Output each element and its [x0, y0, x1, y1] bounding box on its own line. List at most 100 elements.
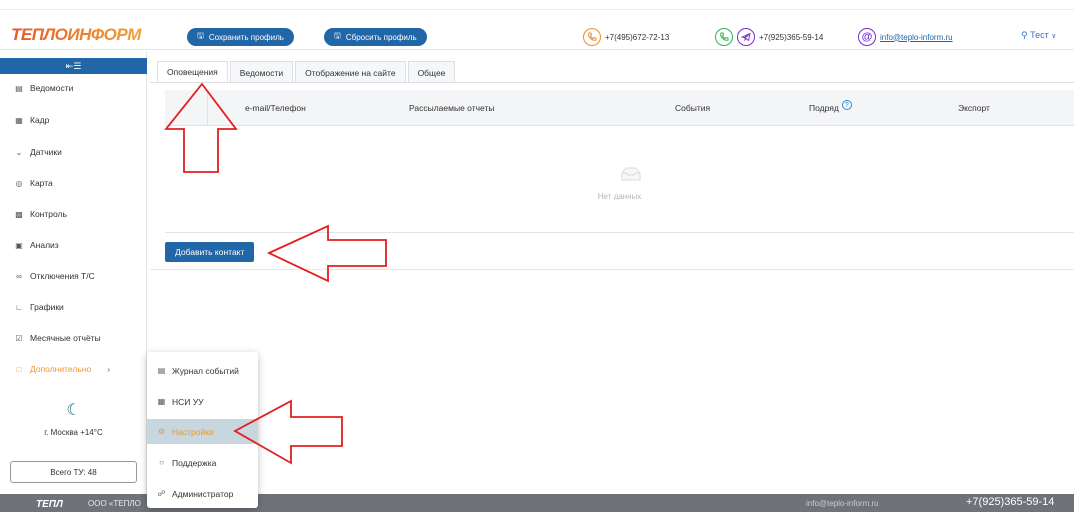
teploinform-logo[interactable]: ТЕПЛОИНФОРМ [9, 24, 145, 44]
svg-text:ТЕПЛОИНФОРМ: ТЕПЛОИНФОРМ [11, 25, 142, 44]
weather-text: г. Москва +14°C [44, 428, 103, 437]
svg-text:TEПЛ: TEПЛ [36, 499, 64, 508]
sidebar-item-label: Контроль [30, 209, 67, 219]
footer-email[interactable]: info@teplo-inform.ru [806, 499, 879, 508]
column-reports[interactable]: Рассылаемые отчеты [409, 90, 495, 126]
sidebar-item-label: Отключения Т/С [30, 271, 95, 281]
email-at-icon: @ [858, 28, 876, 46]
section-divider [150, 269, 1074, 270]
sidebar-item-label: Карта [30, 178, 53, 188]
sidebar-item-karta[interactable]: ◎ Карта [14, 178, 53, 188]
tab-otobrazhenie[interactable]: Отображение на сайте [295, 61, 406, 83]
chart-icon: ∟ [15, 302, 23, 312]
table-header: e-mail/Телефон Рассылаемые отчеты Событи… [165, 90, 1074, 126]
additional-submenu: ▤ Журнал событий ▦ НСИ УУ ⚙ Настройки ○ … [147, 352, 258, 508]
sidebar-item-datchiki[interactable]: ⌄ Датчики [14, 147, 62, 157]
submenu-item-label: Настройки [172, 426, 214, 437]
grid-icon: ▦ [15, 115, 23, 125]
collapse-menu-icon: ⇤☰ [65, 60, 82, 71]
tab-obshchee[interactable]: Общее [407, 61, 456, 83]
sidebar-item-label: Месячные отчёты [30, 333, 101, 343]
contacts-table: e-mail/Телефон Рассылаемые отчеты Событи… [165, 90, 1074, 233]
empty-text: Нет данных [597, 192, 642, 201]
document-icon: ▤ [15, 83, 23, 93]
sidebar-item-label: Кадр [30, 115, 50, 125]
sidebar-item-analiz[interactable]: ▣ Анализ [14, 240, 59, 250]
phone-contact-1[interactable]: +7(495)672-72-13 [583, 27, 669, 47]
sidebar-item-dopolnitelno[interactable]: □ Дополнительно › [14, 364, 110, 374]
control-icon: ▩ [15, 209, 23, 219]
add-contact-button[interactable]: Добавить контакт [165, 242, 255, 262]
submenu-item-nsi[interactable]: ▦ НСИ УУ [147, 389, 258, 414]
user-menu[interactable]: ⚲ Тест ∨ [1021, 30, 1056, 41]
sidebar-item-label: Ведомости [30, 83, 74, 93]
submenu-item-label: Поддержка [172, 457, 217, 468]
footer-logo: TEПЛ [36, 498, 80, 510]
link-icon: ∞ [16, 271, 22, 281]
chat-icon: ○ [159, 458, 164, 467]
tab-underline [150, 82, 1074, 83]
weather-widget: ☾ г. Москва +14°C [0, 400, 147, 437]
whatsapp-icon [715, 28, 733, 46]
empty-state: Нет данных [165, 126, 1074, 233]
submenu-item-label: НСИ УУ [172, 396, 204, 407]
tu-count-box[interactable]: Всего ТУ: 48 [10, 461, 137, 483]
sidebar-item-grafiki[interactable]: ∟ Графики [14, 302, 64, 312]
folder-icon: □ [16, 364, 22, 374]
submenu-item-settings[interactable]: ⚙ Настройки [147, 419, 258, 444]
telegram-icon [737, 28, 755, 46]
app-header: ТЕПЛОИНФОРМ 🖫 Сохранить профиль 🖫 Сброси… [0, 0, 1074, 50]
book-icon: ▦ [157, 397, 166, 406]
save-profile-button[interactable]: 🖫 Сохранить профиль [187, 28, 294, 46]
event-log-icon: ▤ [157, 366, 166, 375]
user-icon: ⚲ [1021, 30, 1028, 40]
phone-icon [583, 28, 601, 46]
phone-2-text: +7(925)365-59-14 [759, 32, 824, 42]
column-podryad-label: Подряд [809, 103, 839, 113]
reset-profile-button[interactable]: 🖫 Сбросить профиль [324, 28, 427, 46]
sidebar-collapse-button[interactable]: ⇤☰ [0, 58, 147, 74]
gear-icon: ⚙ [157, 427, 166, 436]
column-email-phone[interactable]: e-mail/Телефон [245, 90, 306, 126]
phone-1-text: +7(495)672-72-13 [605, 32, 670, 42]
column-divider [207, 90, 208, 126]
column-events[interactable]: События [675, 90, 710, 126]
email-link[interactable]: info@teplo-inform.ru [880, 33, 953, 42]
sidebar-item-label: Дополнительно [30, 364, 92, 374]
sidebar-item-otklyucheniya[interactable]: ∞ Отключения Т/С [14, 271, 95, 281]
phone-contact-2[interactable]: +7(925)365-59-14 [715, 27, 823, 47]
submenu-item-support[interactable]: ○ Поддержка [147, 450, 258, 475]
column-podryad[interactable]: Подряд ? [809, 90, 852, 126]
save-icon: 🖫 [197, 31, 204, 40]
submenu-item-label: Администратор [172, 488, 234, 499]
tab-opoveshcheniya[interactable]: Оповещения [157, 61, 228, 83]
map-pin-icon: ◎ [15, 178, 23, 188]
tab-vedomosti[interactable]: Ведомости [229, 61, 294, 83]
submenu-item-label: Журнал событий [172, 365, 239, 376]
submenu-item-admin[interactable]: ☍ Администратор [147, 481, 258, 506]
submenu-item-event-log[interactable]: ▤ Журнал событий [147, 358, 258, 383]
sidebar-item-kadr[interactable]: ▦ Кадр [14, 115, 49, 125]
admin-icon: ☍ [157, 489, 166, 498]
chevron-down-icon: ∨ [1051, 33, 1057, 40]
help-icon[interactable]: ? [841, 100, 852, 110]
footer-phone[interactable]: +7(925)365-59-14 [966, 496, 1054, 508]
tab-bar: Оповещения Ведомости Отображение на сайт… [157, 61, 457, 83]
reset-profile-label: Сбросить профиль [345, 32, 417, 42]
select-column-header [165, 90, 207, 126]
calendar-check-icon: ☑ [15, 333, 23, 343]
moon-icon: ☾ [66, 402, 81, 419]
column-export[interactable]: Экспорт [958, 90, 990, 126]
user-name: Тест [1030, 30, 1049, 40]
sidebar-item-label: Анализ [30, 240, 59, 250]
email-contact[interactable]: @ info@teplo-inform.ru [858, 27, 953, 47]
reset-icon: 🖫 [334, 31, 341, 40]
top-divider [0, 9, 1074, 10]
sidebar-item-mesyachnye[interactable]: ☑ Месячные отчёты [14, 333, 101, 343]
sidebar-item-vedomosti[interactable]: ▤ Ведомости [14, 83, 73, 93]
sidebar-item-kontrol[interactable]: ▩ Контроль [14, 209, 67, 219]
chevron-right-icon: › [107, 364, 111, 374]
empty-inbox-icon [620, 166, 642, 184]
footer-company: ООО «ТЕПЛО [88, 499, 141, 508]
sidebar-item-label: Графики [30, 302, 64, 312]
